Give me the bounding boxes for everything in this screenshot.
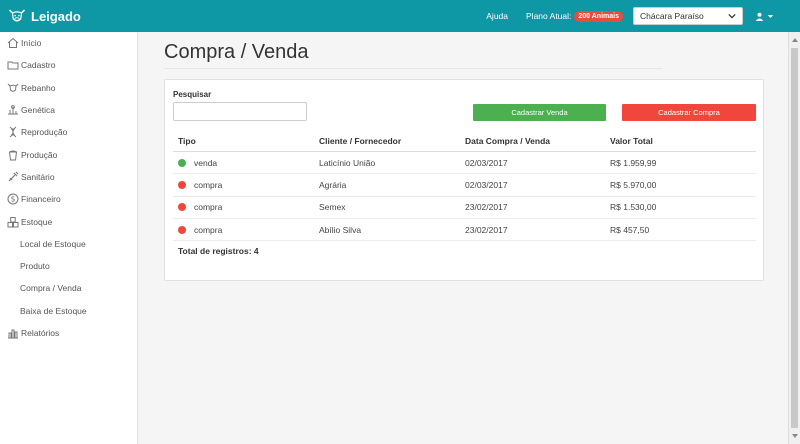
cell-valor: R$ 457,50	[610, 224, 650, 235]
sidebar-item-label: Cadastro	[21, 60, 56, 71]
brand[interactable]: Leigado	[8, 8, 138, 24]
farm-select[interactable]: Chácara Paraíso	[633, 7, 743, 25]
sidebar-item-label: Rebanho	[21, 82, 56, 93]
milk-bucket-icon	[7, 149, 19, 161]
sidebar-item-financeiro[interactable]: $ Financeiro	[0, 188, 137, 210]
cell-cliente: Agrária	[319, 179, 347, 190]
table-row[interactable]: compra Agrária 02/03/2017 R$ 5.970,00	[173, 174, 756, 197]
dna-icon	[7, 126, 19, 138]
status-dot	[178, 158, 186, 167]
status-dot	[178, 203, 186, 212]
cell-tipo: compra	[194, 202, 223, 213]
register-sale-button[interactable]: Cadastrar Venda	[473, 104, 606, 121]
search-label: Pesquisar	[173, 90, 212, 99]
sidebar-item-label: Compra / Venda	[20, 283, 82, 294]
help-link[interactable]: Ajuda	[486, 11, 508, 21]
scroll-down-arrow-icon[interactable]	[791, 432, 799, 440]
vertical-scrollbar[interactable]	[788, 32, 800, 444]
sidebar-item-local-de-estoque[interactable]: Local de Estoque	[0, 233, 137, 255]
cell-data: 02/03/2017	[465, 157, 508, 168]
sidebar-item-label: Produção	[21, 149, 58, 160]
sidebar-item-label: Produto	[20, 261, 50, 272]
brand-name: Leigado	[31, 8, 81, 24]
sidebar-item-label: Início	[21, 38, 42, 49]
syringe-icon	[7, 171, 19, 183]
sidebar-item-estoque[interactable]: Estoque	[0, 210, 137, 232]
table-header: Tipo Cliente / Fornecedor Data Compra / …	[173, 130, 756, 152]
top-navbar: Leigado Ajuda Plano Atual: 200 Animais C…	[0, 0, 800, 32]
sidebar-item-genetica[interactable]: Genética	[0, 99, 137, 121]
title-divider	[164, 68, 662, 69]
sidebar-item-label: Baixa de Estoque	[20, 305, 87, 316]
boxes-icon	[7, 216, 19, 228]
cow-logo-icon	[8, 9, 26, 22]
table-row[interactable]: compra Semex 23/02/2017 R$ 1.530,00	[173, 197, 756, 219]
sidebar-item-relatorios[interactable]: Relatórios	[0, 322, 137, 344]
main-content: Compra / Venda Pesquisar Cadastrar Venda…	[138, 32, 788, 444]
column-header-cliente[interactable]: Cliente / Fornecedor	[319, 136, 465, 146]
page-title: Compra / Venda	[164, 41, 309, 63]
status-dot	[178, 225, 186, 234]
column-header-tipo[interactable]: Tipo	[173, 136, 319, 146]
column-header-valor[interactable]: Valor Total	[610, 136, 756, 146]
folder-icon	[7, 59, 19, 71]
register-purchase-button[interactable]: Cadastrar Compra	[622, 104, 756, 121]
sidebar-item-label: Sanitário	[21, 171, 55, 182]
sidebar-item-baixa-de-estoque[interactable]: Baixa de Estoque	[0, 300, 137, 322]
record-count: Total de registros: 4	[178, 246, 259, 256]
sidebar-item-reproducao[interactable]: Reprodução	[0, 121, 137, 143]
genetics-icon	[7, 104, 19, 116]
transactions-table: Tipo Cliente / Fornecedor Data Compra / …	[173, 130, 756, 242]
user-icon	[755, 12, 764, 21]
chevron-down-icon	[728, 13, 736, 19]
scroll-up-arrow-icon[interactable]	[791, 36, 799, 44]
cell-tipo: compra	[194, 179, 223, 190]
sidebar-item-rebanho[interactable]: Rebanho	[0, 77, 137, 99]
cell-data: 23/02/2017	[465, 202, 508, 213]
scrollbar-thumb[interactable]	[791, 48, 798, 428]
plan-label: Plano Atual:	[526, 11, 572, 21]
dollar-icon: $	[7, 193, 19, 205]
sidebar: Início Cadastro Rebanho Genética Reprodu…	[0, 32, 138, 444]
svg-text:$: $	[11, 195, 16, 204]
sidebar-item-label: Reprodução	[21, 127, 68, 138]
sidebar-item-label: Local de Estoque	[20, 238, 86, 249]
bar-chart-icon	[7, 327, 19, 339]
sidebar-item-compra-venda[interactable]: Compra / Venda	[0, 277, 137, 299]
sidebar-item-producao[interactable]: Produção	[0, 143, 137, 165]
cell-data: 02/03/2017	[465, 179, 508, 190]
caret-down-icon	[767, 14, 774, 18]
sidebar-item-inicio[interactable]: Início	[0, 32, 137, 54]
status-dot	[178, 180, 186, 189]
cattle-icon	[7, 82, 19, 94]
cell-valor: R$ 1.959,99	[610, 157, 657, 168]
cell-valor: R$ 5.970,00	[610, 179, 657, 190]
purchase-sale-panel: Pesquisar Cadastrar Venda Cadastrar Comp…	[164, 79, 764, 281]
column-header-data[interactable]: Data Compra / Venda	[465, 136, 610, 146]
sidebar-item-label: Financeiro	[21, 194, 61, 205]
sidebar-item-produto[interactable]: Produto	[0, 255, 137, 277]
farm-select-value: Chácara Paraíso	[640, 11, 704, 21]
cell-tipo: compra	[194, 224, 223, 235]
cell-valor: R$ 1.530,00	[610, 202, 657, 213]
search-input[interactable]	[173, 102, 307, 121]
cell-cliente: Abílio Silva	[319, 224, 362, 235]
cell-cliente: Laticínio União	[319, 157, 376, 168]
home-icon	[7, 37, 19, 49]
sidebar-item-label: Estoque	[21, 216, 53, 227]
sidebar-item-cadastro[interactable]: Cadastro	[0, 54, 137, 76]
plan-badge: 200 Animais	[574, 10, 623, 22]
cell-tipo: venda	[194, 157, 218, 168]
cell-cliente: Semex	[319, 202, 346, 213]
sidebar-item-sanitario[interactable]: Sanitário	[0, 166, 137, 188]
cell-data: 23/02/2017	[465, 224, 508, 235]
sidebar-item-label: Relatórios	[21, 328, 60, 338]
sidebar-item-label: Genética	[21, 105, 56, 116]
table-row[interactable]: compra Abílio Silva 23/02/2017 R$ 457,50	[173, 219, 756, 242]
table-row[interactable]: venda Laticínio União 02/03/2017 R$ 1.95…	[173, 152, 756, 175]
user-menu[interactable]	[755, 12, 774, 21]
